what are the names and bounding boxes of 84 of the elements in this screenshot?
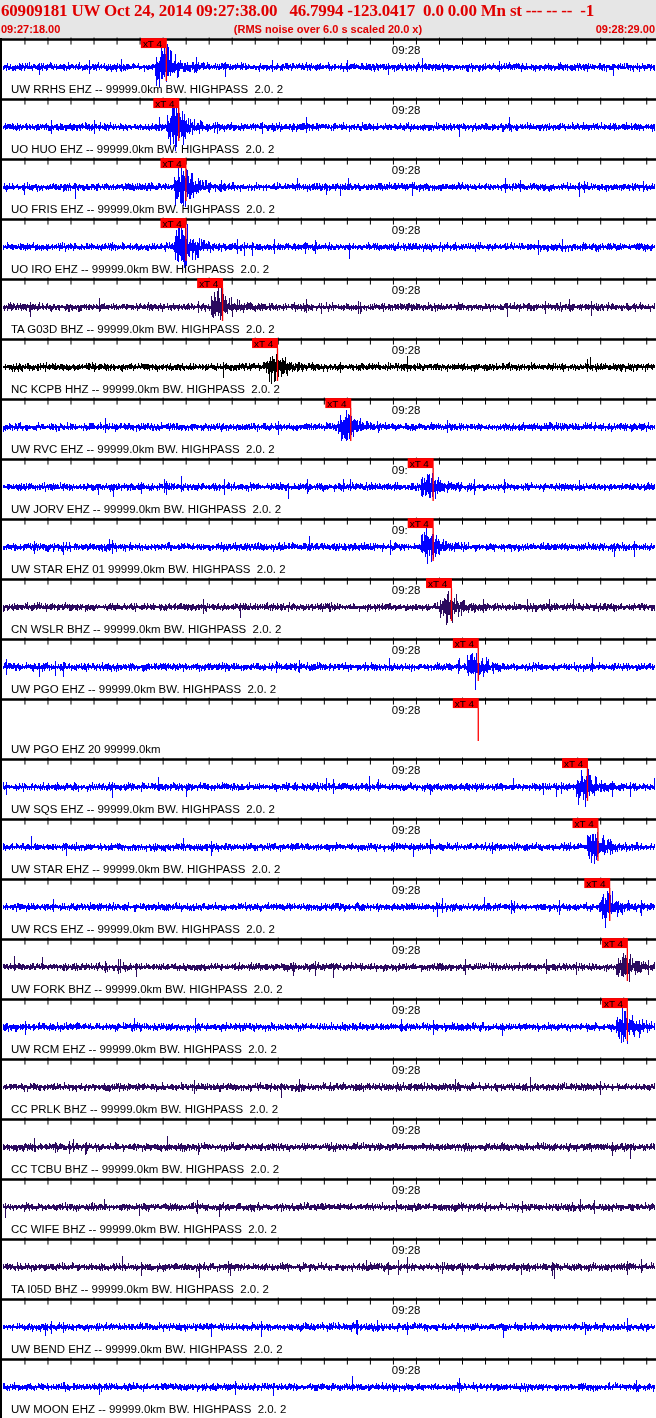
station-label: UW RCS EHZ -- 99999.0km BW. HIGHPASS 2.0. 2 xyxy=(10,922,275,935)
station-label: TA G03D BHZ -- 99999.0km BW. HIGHPASS 2.0. 2 xyxy=(10,322,275,335)
start-time: 09:27:18.00 xyxy=(1,22,61,37)
station-label: UO IRO EHZ -- 99999.0km BW. HIGHPASS 2.0. 2 xyxy=(10,262,270,275)
time-label: 09:28 xyxy=(391,824,421,837)
station-label: UW RRHS EHZ -- 99999.0km BW. HIGHPASS 2.0. 2 xyxy=(10,82,284,95)
time-label: 09:28 xyxy=(391,1184,421,1197)
time-label: 09:28 xyxy=(391,944,421,957)
pick-marker[interactable]: xT 4 xyxy=(140,38,167,50)
pick-marker[interactable]: xT 4 xyxy=(325,398,352,410)
pick-marker[interactable]: xT 4 xyxy=(407,458,434,470)
time-label: 09:28 xyxy=(391,1364,421,1377)
pick-line xyxy=(185,167,187,202)
time-label: 09:28 xyxy=(391,284,421,297)
pick-marker[interactable]: xT 4 xyxy=(252,338,278,350)
station-label: UW SQS EHZ -- 99999.0km BW. HIGHPASS 2.0. 2 xyxy=(10,802,275,815)
pick-line xyxy=(597,827,599,862)
pick-marker[interactable]: xT 4 xyxy=(562,758,588,770)
pick-marker[interactable]: xT 4 xyxy=(160,158,187,170)
pick-line xyxy=(626,1007,629,1042)
time-label: 09:28 xyxy=(391,344,421,357)
pick-line xyxy=(178,107,180,142)
time-label: 09:28 xyxy=(391,164,421,177)
pick-line xyxy=(432,467,434,502)
time-label: 09:28 xyxy=(391,44,421,57)
pick-marker[interactable]: xT 4 xyxy=(407,518,434,530)
station-label: UW FORK BHZ -- 99999.0km BW. HIGHPASS 2.0. 2 xyxy=(10,982,283,995)
time-label: 09:28 xyxy=(391,1004,421,1017)
pick-line xyxy=(477,647,479,682)
pick-line xyxy=(477,707,479,742)
time-label: 09:28 xyxy=(391,1124,421,1137)
pick-line xyxy=(221,287,224,322)
time-label: 09:28 xyxy=(391,884,421,897)
pick-line xyxy=(276,347,279,382)
station-label: UO HUO EHZ -- 99999.0km BW. HIGHPASS 2.0. 2 xyxy=(10,142,275,155)
pick-marker[interactable]: xT 4 xyxy=(160,218,187,230)
station-label: UW RVC EHZ -- 99999.0km BW. HIGHPASS 2.0. 2 xyxy=(10,442,275,455)
time-label: 09:28 xyxy=(391,104,421,117)
pick-marker[interactable]: xT 4 xyxy=(426,578,452,590)
station-label: CC TCBU BHZ -- 99999.0km BW. HIGHPASS 2.0. 2 xyxy=(10,1162,280,1175)
pick-line xyxy=(432,527,434,562)
pick-marker[interactable]: xT 4 xyxy=(452,638,479,650)
station-label: TA I05D BHZ -- 99999.0km BW. HIGHPASS 2.0. 2 xyxy=(10,1282,269,1295)
pick-line xyxy=(626,947,629,982)
time-label: 09:28 xyxy=(391,764,421,777)
pick-marker[interactable]: xT 4 xyxy=(584,878,611,890)
pick-marker[interactable]: xT 4 xyxy=(153,98,180,110)
station-label: UW PGO EHZ -- 99999.0km BW. HIGHPASS 2.0. 2 xyxy=(10,682,277,695)
station-label: UW PGO EHZ 20 99999.0km xyxy=(10,742,161,755)
pick-marker[interactable]: xT 4 xyxy=(601,998,628,1010)
pick-line xyxy=(450,587,453,622)
station-label: CC WIFE BHZ -- 99999.0km BW. HIGHPASS 2.0. 2 xyxy=(10,1222,277,1235)
time-label: 09:28 xyxy=(391,404,421,417)
station-label: UW MOON EHZ -- 99999.0km BW. HIGHPASS 2.0. 2 xyxy=(10,1402,287,1415)
station-label: CN WSLR BHZ -- 99999.0km BW. HIGHPASS 2.0. 2 xyxy=(10,622,282,635)
time-label: 09:28 xyxy=(391,704,421,717)
pick-marker[interactable]: xT 4 xyxy=(197,278,224,290)
pick-marker[interactable]: xT 4 xyxy=(572,818,599,830)
time-label: 09:28 xyxy=(391,584,421,597)
pick-line xyxy=(609,887,611,922)
station-label: UW STAR EHZ 01 99999.0km BW. HIGHPASS 2.0. 2 xyxy=(10,562,286,575)
pick-line xyxy=(586,767,589,802)
time-label: 09:28 xyxy=(391,1304,421,1317)
time-label: 09:28 xyxy=(391,1244,421,1257)
pick-line xyxy=(350,407,352,442)
station-label: CC PRLK BHZ -- 99999.0km BW. HIGHPASS 2.0. 2 xyxy=(10,1102,279,1115)
station-label: UW JORV EHZ -- 99999.0km BW. HIGHPASS 2.0. 2 xyxy=(10,502,282,515)
station-label: UW STAR EHZ -- 99999.0km BW. HIGHPASS 2.0. 2 xyxy=(10,862,281,875)
time-label: 09:28 xyxy=(391,1064,421,1077)
time-label: 09: xyxy=(391,524,408,537)
end-time: 09:28:29.00 xyxy=(595,22,655,37)
pick-line xyxy=(185,227,187,262)
pick-marker[interactable]: xT 4 xyxy=(452,698,479,710)
station-label: UO FRIS EHZ -- 99999.0km BW. HIGHPASS 2.0. 2 xyxy=(10,202,275,215)
station-label: NC KCPB HHZ -- 99999.0km BW. HIGHPASS 2.0. 2 xyxy=(10,382,280,395)
scale-note: (RMS noise over 6.0 s scaled 20.0 x) xyxy=(233,22,423,37)
station-label: UW RCM EHZ -- 99999.0km BW. HIGHPASS 2.0. 2 xyxy=(10,1042,277,1055)
station-label: UW BEND EHZ -- 99999.0km BW. HIGHPASS 2.0. 2 xyxy=(10,1342,283,1355)
pick-line xyxy=(165,47,167,82)
time-label: 09: xyxy=(391,464,408,477)
pick-marker[interactable]: xT 4 xyxy=(601,938,628,950)
time-label: 09:28 xyxy=(391,224,421,237)
time-label: 09:28 xyxy=(391,644,421,657)
event-title: 60909181 UW Oct 24, 2014 09:27:38.00 46.7994 -123.0417 0.0 0.00 Mn st --- -- -- -1 xyxy=(1,0,595,22)
